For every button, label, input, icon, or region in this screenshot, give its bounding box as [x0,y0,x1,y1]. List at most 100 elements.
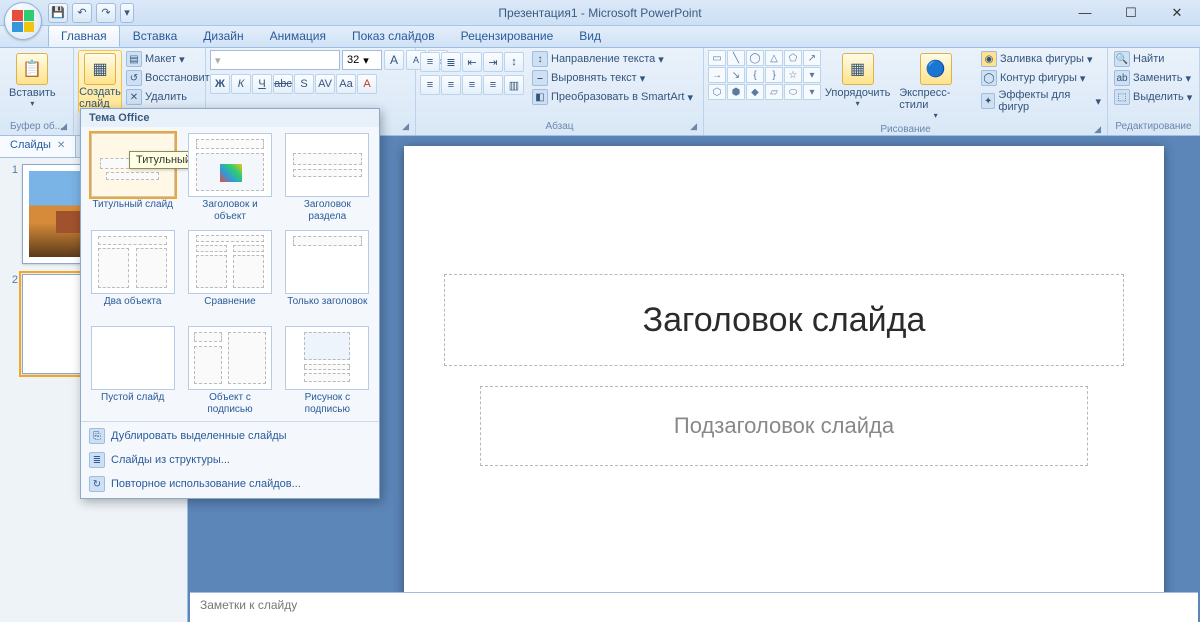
delete-button[interactable]: ✕Удалить [124,88,217,106]
numbering-button[interactable]: ≣ [441,52,461,72]
reset-button[interactable]: ↺Восстановить [124,69,217,87]
qat-save[interactable]: 💾 [48,3,68,23]
shape-effects-button[interactable]: ✦Эффекты для фигур ▾ [979,88,1103,114]
paste-icon: 📋 [16,53,48,85]
indent-increase-button[interactable]: ⇥ [483,52,503,72]
maximize-button[interactable]: ☐ [1108,0,1154,25]
tab-design[interactable]: Дизайн [190,25,256,47]
replace-button[interactable]: abЗаменить ▾ [1112,69,1194,87]
qat-undo[interactable]: ↶ [72,3,92,23]
font-family-select[interactable]: ▾ [210,50,340,70]
office-logo-icon [12,10,34,32]
slides-tab[interactable]: Слайды✕ [0,136,76,157]
launcher-icon[interactable]: ◢ [402,121,409,132]
tab-animation[interactable]: Анимация [257,25,339,47]
grow-font-button[interactable]: A [384,50,404,70]
tab-review[interactable]: Рецензирование [448,25,567,47]
shapes-gallery[interactable]: ▭╲◯△⬠↗ →↘{}☆▾ ⬡⬢◆▱⬭▾ [708,50,821,100]
office-button[interactable] [4,2,42,40]
align-left-button[interactable]: ≡ [420,75,440,95]
layout-title-only[interactable]: Только заголовок [282,228,373,320]
layout-button[interactable]: ▤Макет ▾ [124,50,217,68]
launcher-icon[interactable]: ◢ [1094,124,1101,135]
spacing-button[interactable]: AV [315,74,335,94]
duplicate-slides-item[interactable]: ⎘Дублировать выделенные слайды [81,424,379,448]
layout-two-content[interactable]: Два объекта [87,228,178,320]
tab-insert[interactable]: Вставка [120,25,191,47]
close-button[interactable]: ✕ [1154,0,1200,25]
find-button[interactable]: 🔍Найти [1112,50,1194,68]
reuse-slides-item[interactable]: ↻Повторное использование слайдов... [81,472,379,496]
delete-icon: ✕ [126,89,142,105]
new-slide-button[interactable]: ▦ Создать слайд [78,50,122,113]
select-button[interactable]: ⬚Выделить ▾ [1112,88,1194,106]
duplicate-icon: ⎘ [89,428,105,444]
close-icon[interactable]: ✕ [57,140,65,151]
text-direction-button[interactable]: ↕Направление текста ▾ [530,50,695,68]
arrange-icon: ▦ [842,53,874,85]
align-text-button[interactable]: ⎯Выровнять текст ▾ [530,69,695,87]
text-direction-icon: ↕ [532,51,548,67]
layout-blank[interactable]: Пустой слайд [87,324,178,417]
group-drawing-label: Рисование◢ [708,123,1103,136]
layout-picture-caption[interactable]: Рисунок с подписью [282,324,373,417]
changecase-button[interactable]: Aa [336,74,356,94]
chevron-down-icon: ▾ [30,99,34,108]
layout-comparison[interactable]: Сравнение [184,228,275,320]
layout-section-header[interactable]: Заголовок раздела [282,131,373,224]
align-text-icon: ⎯ [532,70,548,86]
notes-pane[interactable]: Заметки к слайду [190,592,1198,622]
layout-icon: ▤ [126,51,142,67]
shadow-button[interactable]: S [294,74,314,94]
subtitle-placeholder[interactable]: Подзаголовок слайда [480,386,1088,466]
font-size-select[interactable]: 32 ▾ [342,50,382,70]
tab-view[interactable]: Вид [566,25,614,47]
styles-icon: 🔵 [920,53,952,85]
italic-button[interactable]: К [231,74,251,94]
layout-content-caption[interactable]: Объект с подписью [184,324,275,417]
replace-icon: ab [1114,70,1130,86]
quick-access-toolbar: 💾 ↶ ↷ ▾ [48,0,134,25]
bold-button[interactable]: Ж [210,74,230,94]
slides-from-outline-item[interactable]: ≣Слайды из структуры... [81,448,379,472]
find-icon: 🔍 [1114,51,1130,67]
tab-home[interactable]: Главная [48,25,120,47]
select-icon: ⬚ [1114,89,1130,105]
smartart-icon: ◧ [532,89,548,105]
slide-canvas[interactable]: Заголовок слайда Подзаголовок слайда [404,146,1164,622]
align-center-button[interactable]: ≡ [441,75,461,95]
qat-redo[interactable]: ↷ [96,3,116,23]
launcher-icon[interactable]: ◢ [60,121,67,132]
shape-outline-button[interactable]: ◯Контур фигуры ▾ [979,69,1103,87]
justify-button[interactable]: ≡ [483,75,503,95]
layout-title-slide[interactable]: Титульный слайд Титульный слайд [87,131,178,224]
bullets-button[interactable]: ≡ [420,52,440,72]
group-paragraph-label: Абзац◢ [420,120,699,133]
strike-button[interactable]: abc [273,74,293,94]
underline-button[interactable]: Ч [252,74,272,94]
columns-button[interactable]: ▥ [504,75,524,95]
reuse-icon: ↻ [89,476,105,492]
minimize-button[interactable]: — [1062,0,1108,25]
layout-title-content[interactable]: Заголовок и объект [184,131,275,224]
effects-icon: ✦ [981,93,995,109]
reset-icon: ↺ [126,70,142,86]
quick-styles-button[interactable]: 🔵 Экспресс-стили▾ [894,50,977,123]
tab-slideshow[interactable]: Показ слайдов [339,25,448,47]
indent-decrease-button[interactable]: ⇤ [462,52,482,72]
qat-customize[interactable]: ▾ [120,3,134,23]
new-slide-label: Создать слайд [79,87,121,110]
group-editing-label: Редактирование [1112,120,1195,133]
window-title: Презентация1 - Microsoft PowerPoint [498,6,701,20]
title-placeholder[interactable]: Заголовок слайда [444,274,1124,366]
paste-label: Вставить [9,87,56,99]
font-color-button[interactable]: A [357,74,377,94]
fill-icon: ◉ [981,51,997,67]
paste-button[interactable]: 📋 Вставить ▾ [4,50,61,111]
launcher-icon[interactable]: ◢ [690,121,697,132]
shape-fill-button[interactable]: ◉Заливка фигуры ▾ [979,50,1103,68]
arrange-button[interactable]: ▦ Упорядочить▾ [823,50,892,111]
convert-smartart-button[interactable]: ◧Преобразовать в SmartArt ▾ [530,88,695,106]
line-spacing-button[interactable]: ↕ [504,52,524,72]
align-right-button[interactable]: ≡ [462,75,482,95]
